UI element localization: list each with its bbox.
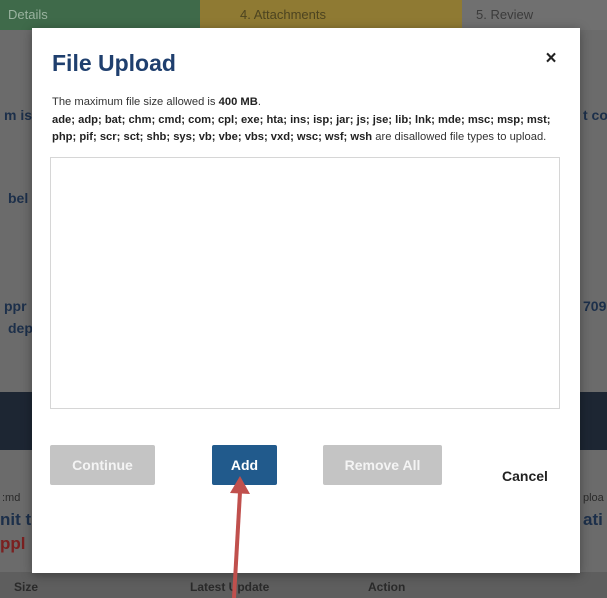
disallowed-suffix: are disallowed file types to upload. <box>375 131 547 143</box>
file-upload-dialog: File Upload × The maximum file size allo… <box>32 28 580 573</box>
bg-fragment: dep <box>8 320 33 336</box>
bg-fragment: t co <box>583 107 607 123</box>
bg-fragment: nit t <box>0 510 32 529</box>
column-size: Size <box>14 580 39 594</box>
add-button[interactable]: Add <box>212 445 277 485</box>
cancel-button[interactable]: Cancel <box>502 468 548 484</box>
bg-table-header: Size Latest Update Action <box>0 572 607 598</box>
step-attachments: 4. Attachments <box>200 0 462 30</box>
bg-fragment: ati <box>583 510 603 529</box>
column-action: Action <box>368 580 406 594</box>
step-bar: Details 4. Attachments 5. Review <box>0 0 607 30</box>
bg-fragment: 709 <box>583 298 607 314</box>
max-size-line: The maximum file size allowed is 400 MB. <box>52 94 562 112</box>
file-drop-zone[interactable] <box>50 157 560 409</box>
disallowed-types-line: ade; adp; bat; chm; cmd; com; cpl; exe; … <box>52 112 562 147</box>
bg-fragment: :md <box>2 492 21 504</box>
bg-fragment: ppl <box>0 534 26 553</box>
upload-info: The maximum file size allowed is 400 MB.… <box>52 94 562 147</box>
step-details: Details <box>0 0 200 30</box>
column-latest-update: Latest Update <box>190 580 270 594</box>
max-size-value: 400 MB <box>218 96 258 108</box>
max-size-suffix: . <box>257 96 261 108</box>
max-size-prefix: The maximum file size allowed is <box>52 96 216 108</box>
close-icon[interactable]: × <box>542 49 560 68</box>
remove-all-button[interactable]: Remove All <box>323 445 442 485</box>
bg-fragment: m is <box>4 107 33 123</box>
step-review: 5. Review <box>462 0 607 30</box>
continue-button[interactable]: Continue <box>50 445 155 485</box>
bg-fragment: ppr <box>4 298 27 314</box>
bg-fragment: bel <box>8 190 29 206</box>
dialog-title: File Upload <box>52 50 176 76</box>
bg-fragment: ploa <box>583 492 604 504</box>
